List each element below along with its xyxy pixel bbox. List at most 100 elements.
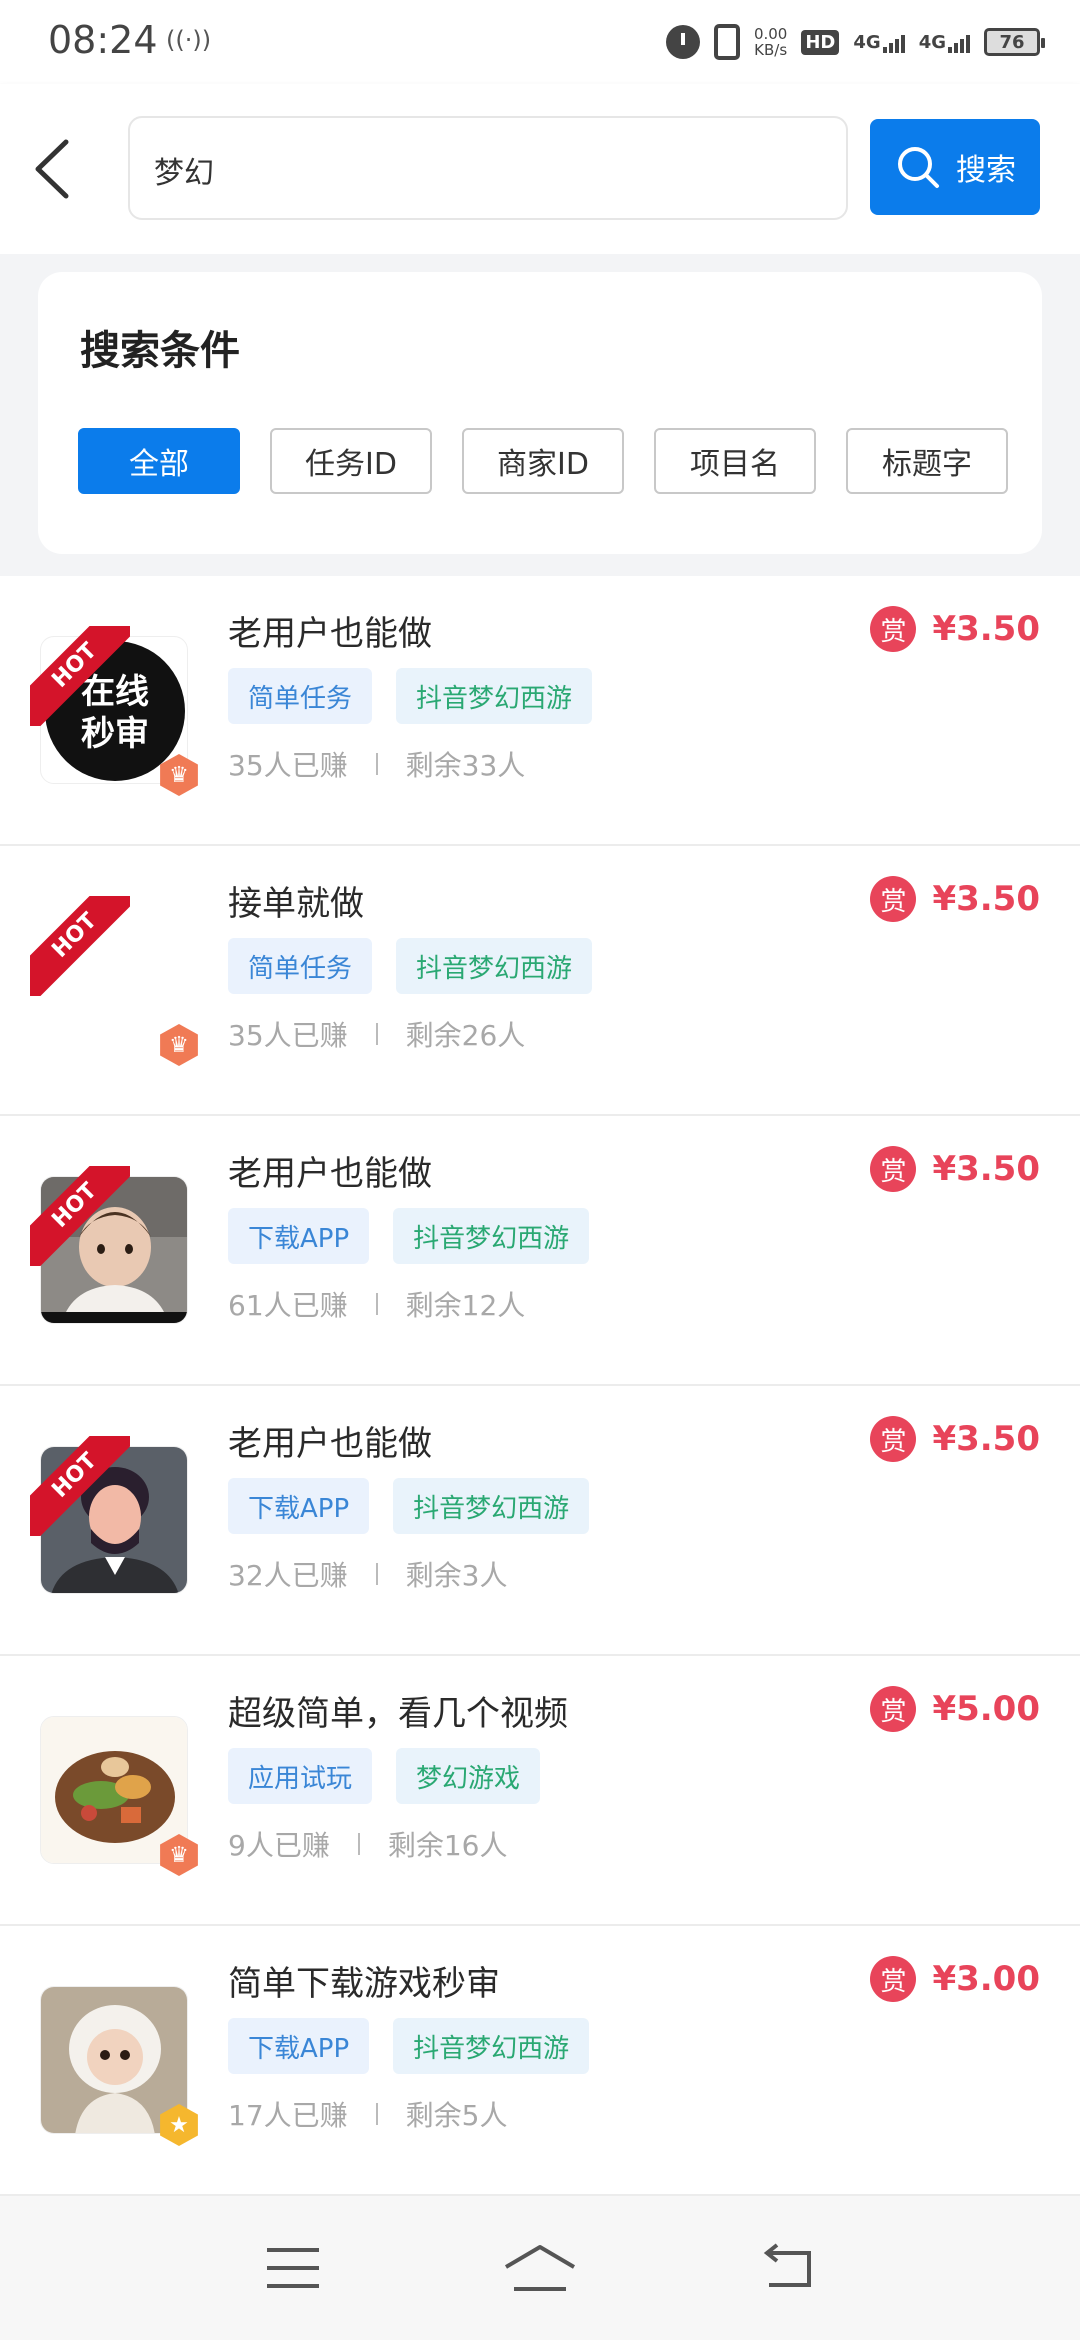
task-tag: 抖音梦幻西游	[393, 1208, 590, 1264]
task-tags: 下载APP 抖音梦幻西游	[228, 1208, 590, 1264]
conditions-title: 搜索条件	[80, 328, 240, 374]
task-title: 简单下载游戏秒审	[228, 1964, 500, 2004]
task-meta: 17人已赚 剩余5人	[228, 2094, 507, 2134]
search-box[interactable]	[128, 116, 848, 220]
task-tag: 简单任务	[228, 668, 373, 724]
status-icons: 0.00 KB/s HD 4G 4G 76	[665, 20, 1045, 64]
reward: 赏 ¥3.50	[870, 606, 1040, 652]
task-title: 老用户也能做	[228, 614, 432, 654]
earned-count: 61人已赚	[228, 1289, 348, 1322]
remaining-count: 剩余26人	[405, 1019, 526, 1052]
reward: 赏 ¥3.50	[870, 1146, 1040, 1192]
search-input[interactable]	[154, 142, 814, 198]
sim2-label: 4G	[918, 31, 946, 53]
task-item[interactable]: ★ 简单下载游戏秒审 下载APP 抖音梦幻西游 17人已赚 剩余5人 赏 ¥3.0…	[0, 1926, 1080, 2196]
earned-count: 17人已赚	[228, 2099, 348, 2132]
vibrate-icon	[713, 24, 740, 60]
task-item[interactable]: HOT 老用户也能做 下载APP 抖音梦幻西游 61人已赚 剩余12人 赏 ¥3.…	[0, 1116, 1080, 1386]
battery-level: 76	[999, 31, 1025, 53]
net-speed-unit: KB/s	[754, 41, 788, 59]
hd-icon: HD	[801, 29, 840, 55]
task-item[interactable]: HOT 老用户也能做 下载APP 抖音梦幻西游 32人已赚 剩余3人 赏 ¥3.5…	[0, 1386, 1080, 1656]
remaining-count: 剩余16人	[387, 1829, 508, 1862]
reward-icon: 赏	[870, 1416, 917, 1462]
task-tags: 简单任务 抖音梦幻西游	[228, 938, 593, 994]
task-title: 老用户也能做	[228, 1424, 432, 1464]
return-button[interactable]	[747, 2228, 827, 2308]
chip-all[interactable]: 全部	[78, 428, 240, 494]
search-conditions-section: 搜索条件 全部 任务ID 商家ID 项目名 标题字	[0, 254, 1080, 576]
hot-ribbon: HOT	[30, 1166, 130, 1266]
task-item[interactable]: HOT ♛ 接单就做 简单任务 抖音梦幻西游 35人已赚 剩余26人 赏 ¥3.5…	[0, 846, 1080, 1116]
menu-button[interactable]	[253, 2228, 333, 2308]
task-meta: 9人已赚 剩余16人	[228, 1824, 507, 1864]
menu-icon	[267, 2248, 320, 2288]
reward: 赏 ¥3.50	[870, 1416, 1040, 1462]
reward-price: ¥3.00	[932, 1959, 1040, 1999]
remaining-count: 剩余12人	[405, 1289, 526, 1322]
task-tag: 抖音梦幻西游	[393, 1478, 590, 1534]
chip-project-name[interactable]: 项目名	[654, 428, 816, 494]
signal-sim1-icon: 4G	[853, 32, 905, 53]
condition-chips: 全部 任务ID 商家ID 项目名 标题字	[78, 428, 1008, 494]
task-tag: 简单任务	[228, 938, 373, 994]
hot-label: HOT	[30, 896, 130, 996]
task-tag: 抖音梦幻西游	[396, 668, 593, 724]
task-tags: 下载APP 抖音梦幻西游	[228, 1478, 590, 1534]
task-tag: 梦幻游戏	[396, 1748, 541, 1804]
earned-count: 9人已赚	[228, 1829, 330, 1862]
reward: 赏 ¥5.00	[870, 1686, 1040, 1732]
crown-badge-icon: ♛	[158, 754, 200, 796]
search-header: 搜索	[0, 84, 1080, 254]
hot-label: HOT	[30, 1166, 130, 1266]
search-button-label: 搜索	[956, 153, 1016, 188]
remaining-count: 剩余33人	[405, 749, 526, 782]
search-button[interactable]: 搜索	[870, 119, 1040, 215]
hot-ribbon: HOT	[30, 626, 130, 726]
search-icon	[898, 147, 939, 188]
reward-icon: 赏	[870, 876, 917, 922]
task-meta: 35人已赚 剩余33人	[228, 744, 525, 784]
earned-count: 32人已赚	[228, 1559, 348, 1592]
reward-price: ¥3.50	[932, 879, 1040, 919]
task-title: 接单就做	[228, 884, 364, 924]
network-speed: 0.00 KB/s	[754, 26, 787, 58]
reward-price: ¥3.50	[932, 609, 1040, 649]
crown-badge-icon: ♛	[158, 1834, 200, 1876]
task-tag: 下载APP	[228, 1208, 370, 1264]
task-tag: 下载APP	[228, 1478, 370, 1534]
hot-label: HOT	[30, 1436, 130, 1536]
task-tags: 下载APP 抖音梦幻西游	[228, 2018, 590, 2074]
home-button[interactable]	[500, 2228, 580, 2308]
return-icon	[763, 2243, 811, 2287]
task-tags: 应用试玩 梦幻游戏	[228, 1748, 541, 1804]
task-meta: 32人已赚 剩余3人	[228, 1554, 507, 1594]
task-title: 超级简单，看几个视频	[228, 1694, 568, 1734]
task-item[interactable]: ♛ 超级简单，看几个视频 应用试玩 梦幻游戏 9人已赚 剩余16人 赏 ¥5.00	[0, 1656, 1080, 1926]
reward-icon: 赏	[870, 1686, 917, 1732]
reward: 赏 ¥3.00	[870, 1956, 1040, 2002]
search-conditions-card: 搜索条件 全部 任务ID 商家ID 项目名 标题字	[38, 272, 1042, 554]
crown-badge-icon: ♛	[158, 1024, 200, 1066]
star-badge-icon: ★	[158, 2104, 200, 2146]
task-meta: 35人已赚 剩余26人	[228, 1014, 525, 1054]
reward-icon: 赏	[870, 1146, 917, 1192]
hotspot-icon: ((·))	[166, 26, 212, 54]
task-item[interactable]: 在线 秒审 HOT ♛ 老用户也能做 简单任务 抖音梦幻西游 35人已赚 剩余33…	[0, 576, 1080, 846]
chip-title-keyword[interactable]: 标题字	[846, 428, 1008, 494]
task-tag: 抖音梦幻西游	[396, 938, 593, 994]
task-tag: 应用试玩	[228, 1748, 373, 1804]
battery-icon: 76	[984, 28, 1045, 56]
alarm-icon	[665, 25, 700, 59]
hot-ribbon: HOT	[30, 1436, 130, 1536]
task-tag: 下载APP	[228, 2018, 370, 2074]
hot-label: HOT	[30, 626, 130, 726]
remaining-count: 剩余5人	[405, 2099, 508, 2132]
chip-task-id[interactable]: 任务ID	[270, 428, 432, 494]
back-button[interactable]	[24, 134, 84, 204]
chip-merchant-id[interactable]: 商家ID	[462, 428, 624, 494]
net-speed-value: 0.00	[753, 25, 788, 43]
status-time: 08:24	[48, 18, 158, 62]
reward-icon: 赏	[870, 1956, 917, 2002]
remaining-count: 剩余3人	[405, 1559, 508, 1592]
